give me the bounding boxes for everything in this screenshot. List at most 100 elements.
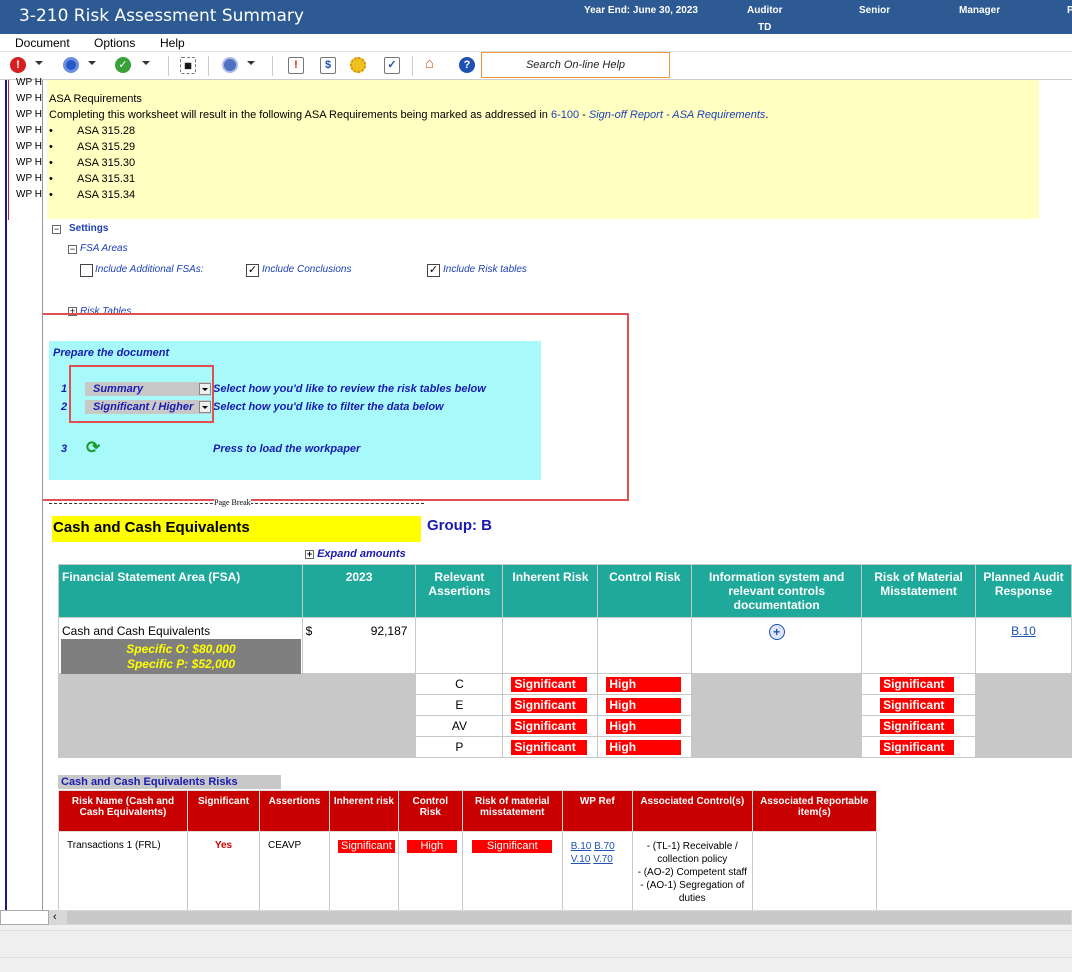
grey-filler xyxy=(57,673,417,758)
fsa-areas-toggle[interactable]: − xyxy=(68,244,77,255)
page-break-label: Page Break xyxy=(214,498,251,507)
romm-cell: Significant xyxy=(861,694,977,716)
asa-item: ASA 315.31 xyxy=(77,173,136,185)
chevron-down-icon[interactable] xyxy=(88,61,96,65)
amount: 92,187 xyxy=(370,624,408,638)
wp-ref-link[interactable]: V.10 xyxy=(571,854,591,865)
table-row: C Significant High Significant xyxy=(57,673,1072,758)
expand-amounts-label: Expand amounts xyxy=(317,548,406,560)
auditor-signoff[interactable]: TD xyxy=(758,22,771,33)
toolbar-separator xyxy=(208,56,209,76)
stop-icon[interactable]: ! xyxy=(10,57,26,75)
chevron-down-icon[interactable] xyxy=(142,61,150,65)
add-circle-icon[interactable]: + xyxy=(768,624,785,640)
dollar-document-icon[interactable]: $ xyxy=(320,57,336,74)
settings-toggle[interactable]: − xyxy=(52,224,61,235)
navigator-item[interactable]: WP H xyxy=(16,93,42,104)
link-6-100[interactable]: 6-100 xyxy=(551,109,579,121)
checkmark-icon[interactable]: ✓ xyxy=(115,57,131,75)
auditor-label: Auditor xyxy=(747,5,783,16)
control-cell: High xyxy=(597,715,693,737)
highlight-box-inner xyxy=(69,365,214,423)
control-item[interactable]: - (AO-2) Competent staff xyxy=(636,866,749,879)
assertion-code: P xyxy=(415,736,504,758)
scrollbar-thumb[interactable] xyxy=(67,911,1071,924)
collapse-icon[interactable]: − xyxy=(52,224,61,234)
empty-cell xyxy=(415,617,504,674)
navigator-item[interactable]: WP H xyxy=(16,157,42,168)
include-additional-fsas-checkbox[interactable] xyxy=(80,264,93,277)
menu-bar: Document Options Help xyxy=(0,34,1072,52)
include-conclusions-checkbox[interactable]: ✓ xyxy=(246,264,259,277)
chevron-down-icon[interactable] xyxy=(35,61,43,65)
wp-ref-link[interactable]: B.70 xyxy=(594,841,615,852)
controls-cell: - (TL-1) Receivable / collection policy … xyxy=(631,831,753,910)
home-icon[interactable]: ⌂ xyxy=(425,55,434,73)
assertions-value: CEAVP xyxy=(259,831,330,910)
specific-o: Specific O: $80,000 xyxy=(126,642,236,656)
include-conclusions-label: Include Conclusions xyxy=(262,264,352,275)
horizontal-scrollbar[interactable]: ‹ xyxy=(49,910,1072,925)
wp-ref-link[interactable]: V.70 xyxy=(593,854,613,865)
ruler-icon[interactable]: ▦ xyxy=(180,57,196,74)
col-header: Inherent Risk xyxy=(502,564,599,618)
control-item[interactable]: - (AO-1) Segregation of duties xyxy=(636,879,749,905)
globe-icon[interactable] xyxy=(222,57,238,75)
inherent-risk-badge: Significant xyxy=(511,718,588,734)
chevron-left-icon[interactable]: ‹ xyxy=(53,911,57,923)
empty-cell xyxy=(502,617,599,674)
chevron-down-icon[interactable] xyxy=(247,61,255,65)
app-window: 3-210 Risk Assessment Summary Year End: … xyxy=(0,0,1072,972)
col-header: Associated Control(s) xyxy=(631,790,753,832)
sun-icon[interactable] xyxy=(350,57,366,75)
asa-dash: - xyxy=(579,109,589,121)
search-input[interactable]: Search On-line Help xyxy=(481,52,670,78)
include-risk-tables-checkbox[interactable]: ✓ xyxy=(427,264,440,277)
table-row: Transactions 1 (FRL) Yes CEAVP Significa… xyxy=(58,831,877,910)
navigator-item[interactable]: WP H xyxy=(16,109,42,120)
navigator-item[interactable]: WP H xyxy=(16,125,42,136)
planned-response-link[interactable]: B.10 xyxy=(1011,624,1036,638)
risks-table: Risk Name (Cash and Cash Equivalents) Si… xyxy=(58,790,877,910)
navigator-marker-red xyxy=(8,80,9,220)
assertion-code: AV xyxy=(415,715,504,737)
assertion-code: C xyxy=(415,673,504,695)
navigator-item[interactable]: WP H xyxy=(16,77,42,88)
risks-header-row: Risk Name (Cash and Cash Equivalents) Si… xyxy=(58,790,877,832)
record-icon[interactable] xyxy=(63,57,79,75)
fsa-header-row: Financial Statement Area (FSA) 2023 Rele… xyxy=(58,564,1072,618)
expand-amounts[interactable]: + Expand amounts xyxy=(305,548,406,560)
manager-label: Manager xyxy=(959,5,1001,16)
col-header: Associated Reportable item(s) xyxy=(751,790,877,832)
control-cell: High xyxy=(397,831,463,910)
fsa-areas-label: FSA Areas xyxy=(80,243,128,254)
menu-help[interactable]: Help xyxy=(160,36,185,50)
control-risk-badge: High xyxy=(606,697,682,713)
menu-options[interactable]: Options xyxy=(94,36,135,50)
wp-ref-cell: B.10 B.70 V.10 V.70 xyxy=(561,831,633,910)
fsa-table: Financial Statement Area (FSA) 2023 Rele… xyxy=(57,564,1072,758)
fsa-name-cell: Cash and Cash Equivalents Specific O: $8… xyxy=(58,617,303,674)
wp-ref-link[interactable]: B.10 xyxy=(571,841,592,852)
help-icon[interactable]: ? xyxy=(459,57,475,75)
alert-document-icon[interactable]: ! xyxy=(288,57,304,74)
romm-badge: Significant xyxy=(880,676,955,692)
control-item[interactable]: - (TL-1) Receivable / collection policy xyxy=(636,840,749,866)
checklist-icon[interactable]: ✓ xyxy=(384,57,400,74)
navigator-item[interactable]: WP H xyxy=(16,189,42,200)
collapse-icon[interactable]: − xyxy=(68,244,77,254)
asa-description-text: Completing this worksheet will result in… xyxy=(49,109,551,121)
inherent-risk-badge: Significant xyxy=(511,676,588,692)
menu-document[interactable]: Document xyxy=(15,36,70,50)
bullet: • xyxy=(49,141,53,153)
year-end-label: Year End: June 30, 2023 xyxy=(584,5,698,16)
risk-name[interactable]: Transactions 1 (FRL) xyxy=(58,831,188,910)
col-header: Relevant Assertions xyxy=(415,564,504,618)
navigator-item[interactable]: WP H xyxy=(16,141,42,152)
link-signoff-report[interactable]: Sign-off Report - ASA Requirements xyxy=(589,109,765,121)
expand-icon[interactable]: + xyxy=(305,549,314,559)
asa-item: ASA 315.29 xyxy=(77,141,136,153)
col-header: Risk Name (Cash and Cash Equivalents) xyxy=(58,790,188,832)
navigator-item[interactable]: WP H xyxy=(16,173,42,184)
asa-requirements-panel: ASA Requirements Completing this workshe… xyxy=(47,80,1039,219)
